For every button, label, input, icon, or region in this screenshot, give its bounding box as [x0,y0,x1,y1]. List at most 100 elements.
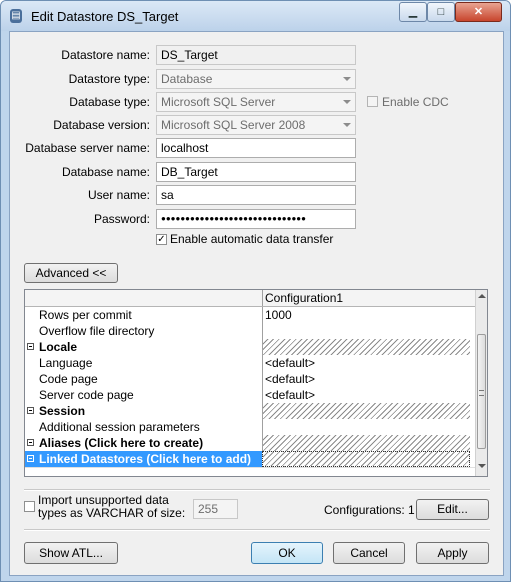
password-input[interactable]: ●●●●●●●●●●●●●●●●●●●●●●●●●●●●●● [156,209,356,229]
import-unsupported-checkbox[interactable] [24,501,35,512]
close-button[interactable]: ✕ [455,2,502,22]
scroll-up-icon[interactable] [478,294,486,298]
category-name: Locale [25,339,262,355]
show-atl-button[interactable]: Show ATL... [24,542,118,564]
close-icon: ✕ [473,6,484,18]
user-name-label: User name: [87,188,150,202]
property-value[interactable]: <default> [262,371,470,387]
property-value [262,451,470,467]
cancel-button[interactable]: Cancel [333,542,405,564]
datastore-icon: ▤ [10,9,22,23]
grid-property-row[interactable]: Overflow file directory [25,323,475,339]
datastore-type-label: Datastore type: [68,72,150,86]
checkmark-icon: ✓ [157,234,166,245]
category-name: Session [25,403,262,419]
chevron-down-icon [343,77,351,81]
database-type-value: Microsoft SQL Server [161,95,276,109]
database-type-select[interactable]: Microsoft SQL Server [156,92,356,112]
separator [24,529,490,531]
separator [24,489,490,491]
advanced-toggle-button[interactable]: Advanced << [24,263,118,283]
grid-property-row[interactable]: Language <default> [25,355,475,371]
grid-category-row[interactable]: Session [25,403,475,419]
database-version-select[interactable]: Microsoft SQL Server 2008 [156,115,356,135]
grid-row-label: Server code page [39,388,134,402]
import-label-line2: types as VARCHAR of size: [38,506,186,520]
property-value[interactable]: <default> [262,355,470,371]
property-value [262,435,470,451]
property-name: Code page [25,371,262,387]
grid-row-label: Language [39,356,93,370]
varchar-size-input[interactable]: 255 [193,499,238,519]
grid-row-label: Overflow file directory [39,324,155,338]
database-name-input[interactable]: DB_Target [156,162,356,182]
column-header-configuration1: Configuration1 [262,290,473,306]
property-name: Additional session parameters [25,419,262,435]
collapse-icon[interactable] [27,343,34,350]
server-name-label: Database server name: [25,141,150,155]
scroll-thumb[interactable] [477,334,486,449]
title-bar[interactable]: ▤ Edit Datastore DS_Target ▁ □ ✕ [1,1,510,31]
maximize-icon: □ [437,6,445,18]
chevron-down-icon [343,123,351,127]
grid-row-label: Additional session parameters [39,420,200,434]
grid-property-row[interactable]: Server code page <default> [25,387,475,403]
properties-grid: Configuration1 Rows per commit 1000 Overfl… [24,289,488,477]
minimize-icon: ▁ [408,6,418,18]
category-name: Aliases (Click here to create) [25,435,262,451]
database-name-label: Database name: [61,165,150,179]
datastore-name-field[interactable]: DS_Target [156,45,356,65]
grid-row-label: Aliases (Click here to create) [39,436,204,450]
property-value[interactable]: 1000 [262,307,470,323]
property-name: Rows per commit [25,307,262,323]
collapse-icon[interactable] [27,407,34,414]
database-type-label: Database type: [69,95,150,109]
user-name-input[interactable]: sa [156,185,356,205]
datastore-type-select[interactable]: Database [156,69,356,89]
grid-row-label: Linked Datastores (Click here to add) [39,452,252,466]
apply-button[interactable]: Apply [416,542,489,564]
grid-header: Configuration1 [25,290,475,307]
auto-transfer-checkbox[interactable]: ✓ [156,234,167,245]
grip-icon [479,390,484,396]
import-unsupported-label: Import unsupported data types as VARCHAR… [38,494,185,520]
database-version-label: Database version: [53,118,150,132]
property-name: Language [25,355,262,371]
edit-datastore-window: ▤ Edit Datastore DS_Target ▁ □ ✕ Datasto… [0,0,511,582]
property-name: Overflow file directory [25,323,262,339]
grid-scrollbar[interactable] [475,290,487,476]
scroll-down-icon[interactable] [478,464,486,468]
property-value[interactable] [262,419,470,435]
property-name: Server code page [25,387,262,403]
grid-row-label: Code page [39,372,98,386]
collapse-icon[interactable] [27,455,34,462]
database-version-value: Microsoft SQL Server 2008 [161,118,306,132]
property-value[interactable] [262,323,470,339]
ok-button[interactable]: OK [251,542,323,564]
property-value[interactable]: <default> [262,387,470,403]
grid-property-row[interactable]: Additional session parameters [25,419,475,435]
grid-property-row[interactable]: Rows per commit 1000 [25,307,475,323]
password-label: Password: [93,212,150,226]
grid-empty-area [25,467,475,476]
edit-configurations-button[interactable]: Edit... [416,499,489,520]
chevron-down-icon [343,100,351,104]
grid-row-label: Rows per commit [39,308,132,322]
minimize-button[interactable]: ▁ [399,2,427,22]
maximize-button[interactable]: □ [427,2,455,22]
category-name: Linked Datastores (Click here to add) [25,451,262,467]
server-name-input[interactable]: localhost [156,138,356,158]
property-value [262,403,470,419]
collapse-icon[interactable] [27,439,34,446]
grid-category-row[interactable]: Locale [25,339,475,355]
grid-row-label: Locale [39,340,78,354]
configurations-count: Configurations: 1 [324,503,415,517]
grid-category-row[interactable]: Aliases (Click here to create) [25,435,475,451]
property-value [262,339,470,355]
enable-cdc-label: Enable CDC [382,95,449,109]
datastore-name-label: Datastore name: [61,48,150,62]
enable-cdc-checkbox[interactable] [367,96,378,107]
grid-property-row[interactable]: Code page <default> [25,371,475,387]
grid-row-label: Session [39,404,86,418]
grid-category-row[interactable]: Linked Datastores (Click here to add) [25,451,475,467]
